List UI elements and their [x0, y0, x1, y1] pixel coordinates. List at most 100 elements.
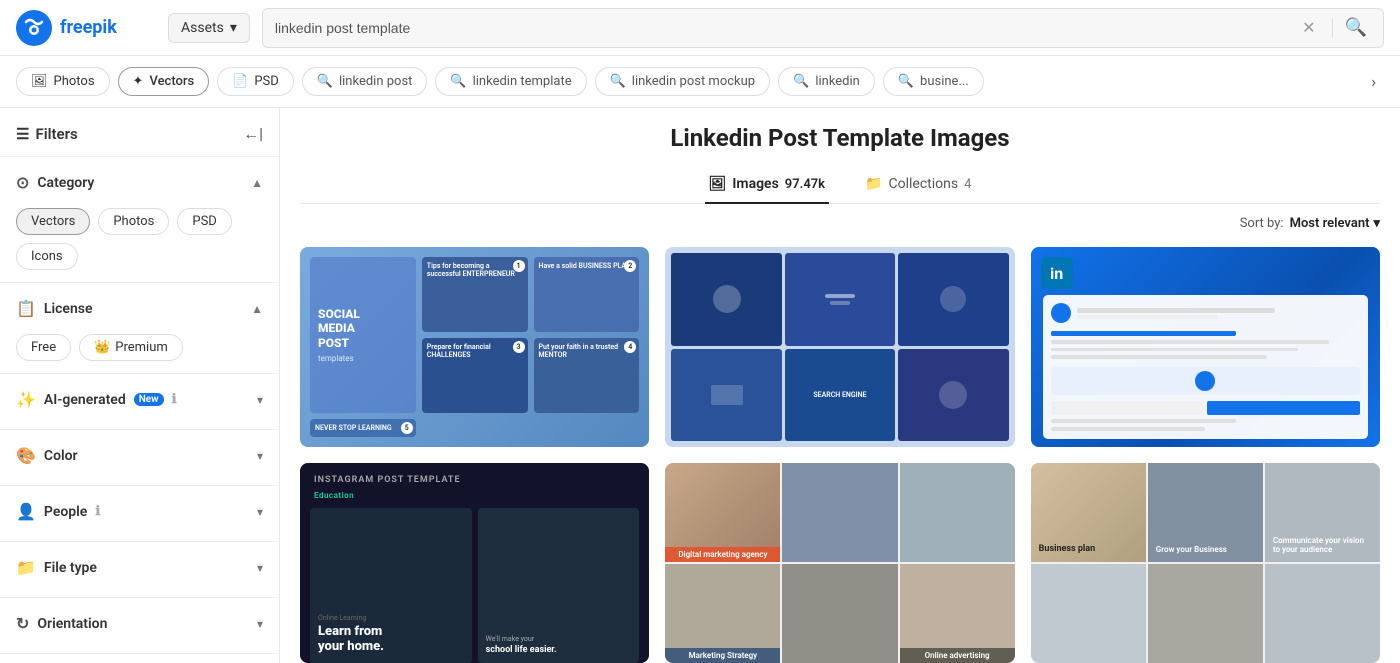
people-section: 👤 People ℹ ▾ — [0, 485, 279, 541]
search-pill-icon-4: 🔍 — [793, 74, 809, 89]
linkedin-template-label: linkedin template — [473, 74, 572, 89]
license-free-button[interactable]: Free — [16, 334, 71, 361]
psd-icon: 📄 — [232, 74, 248, 89]
file-type-title: 📁 File type — [16, 558, 97, 577]
assets-dropdown[interactable]: Assets ▾ — [168, 13, 250, 43]
search-pill-icon-5: 🔍 — [898, 74, 914, 89]
logo-text: freepik — [60, 17, 117, 38]
file-type-header[interactable]: 📁 File type ▾ — [16, 554, 263, 585]
main-content: Linkedin Post Template Images 🖼 Images 9… — [280, 108, 1400, 663]
images-tab-icon: 🖼 — [709, 176, 727, 192]
license-section: 📋 License ▲ Free 👑 Premium — [0, 282, 279, 373]
search-input[interactable] — [275, 20, 1302, 36]
card-people-photos[interactable]: Digital marketing agency Marketing Strat… — [665, 463, 1014, 663]
tag-photos[interactable]: Photos — [98, 208, 169, 235]
filter-linkedin-post[interactable]: 🔍 linkedin post — [302, 67, 428, 96]
search-pill-icon-3: 🔍 — [610, 74, 626, 89]
search-clear-icon[interactable]: ✕ — [1302, 18, 1315, 37]
ai-icon: ✨ — [16, 390, 36, 409]
sort-row: Sort by: Most relevant ▾ — [300, 216, 1380, 231]
filter-linkedin-mockup[interactable]: 🔍 linkedin post mockup — [595, 67, 771, 96]
ai-chevron-icon: ▾ — [257, 393, 263, 407]
search-pill-icon-2: 🔍 — [450, 74, 466, 89]
sort-chevron-icon: ▾ — [1373, 216, 1380, 231]
ai-info-icon[interactable]: ℹ — [172, 392, 177, 407]
color-icon: 🎨 — [16, 446, 36, 465]
psd-label: PSD — [254, 74, 278, 89]
sidebar-collapse-button[interactable]: ←| — [243, 124, 263, 144]
color-title: 🎨 Color — [16, 446, 78, 465]
people-info-icon[interactable]: ℹ — [95, 504, 100, 519]
search-button[interactable]: 🔍 — [1341, 13, 1371, 42]
images-tab-count: 97.47k — [785, 177, 825, 192]
orientation-section: ↻ Orientation ▾ — [0, 597, 279, 653]
sort-label: Sort by: — [1240, 216, 1284, 231]
ai-generated-section: ✨ AI-generated New ℹ ▾ — [0, 373, 279, 429]
license-section-header[interactable]: 📋 License ▲ — [16, 295, 263, 326]
license-chevron-icon: ▲ — [251, 302, 263, 316]
license-premium-button[interactable]: 👑 Premium — [79, 334, 183, 361]
people-chevron-icon: ▾ — [257, 505, 263, 519]
collections-tab-icon: 📁 — [865, 176, 882, 192]
assets-label: Assets — [181, 20, 224, 36]
color-section: 🎨 Color ▾ — [0, 429, 279, 485]
assets-chevron-icon: ▾ — [230, 20, 237, 36]
license-title: 📋 License — [16, 299, 93, 318]
sidebar-header: ☰ Filters ←| — [0, 124, 279, 156]
filter-psd[interactable]: 📄 PSD — [217, 67, 294, 96]
tag-icons[interactable]: Icons — [16, 243, 78, 270]
color-section-header[interactable]: 🎨 Color ▾ — [16, 442, 263, 473]
filter-photos[interactable]: 🖼 Photos — [16, 67, 110, 96]
header: freepik Assets ▾ ✕ 🔍 — [0, 0, 1400, 56]
ai-generated-header[interactable]: ✨ AI-generated New ℹ ▾ — [16, 386, 263, 417]
filter-bar: 🖼 Photos ✦ Vectors 📄 PSD 🔍 linkedin post… — [0, 56, 1400, 108]
sidebar-title: ☰ Filters — [16, 125, 78, 143]
sort-select[interactable]: Most relevant ▾ — [1290, 216, 1380, 231]
card-social-media-post[interactable]: SOCIALMEDIAPOST templates 1 Tips for bec… — [300, 247, 649, 447]
main-layout: ☰ Filters ←| ⊙ Category ▲ Vectors Photos… — [0, 108, 1400, 663]
filter-linkedin-template[interactable]: 🔍 linkedin template — [435, 67, 586, 96]
card-linkedin-mockup[interactable]: in — [1031, 247, 1380, 447]
linkedin-post-mockup-label: linkedin post mockup — [632, 74, 755, 89]
category-icon: ⊙ — [16, 173, 29, 192]
filter-linkedin[interactable]: 🔍 linkedin — [778, 67, 875, 96]
logo[interactable]: freepik — [16, 10, 156, 46]
crown-icon: 👑 — [94, 340, 110, 355]
busine-label: busine... — [920, 74, 969, 89]
orientation-header[interactable]: ↻ Orientation ▾ — [16, 610, 263, 641]
file-type-section: 📁 File type ▾ — [0, 541, 279, 597]
tag-psd[interactable]: PSD — [177, 208, 231, 235]
people-section-header[interactable]: 👤 People ℹ ▾ — [16, 498, 263, 529]
people-title: 👤 People ℹ — [16, 502, 100, 521]
search-bar: ✕ 🔍 — [262, 8, 1384, 48]
collections-tab-count: 4 — [964, 177, 971, 192]
sort-value: Most relevant — [1290, 216, 1370, 231]
search-pill-icon-1: 🔍 — [317, 74, 333, 89]
orientation-chevron-icon: ▾ — [257, 617, 263, 631]
card-business-plan[interactable]: Business plan Grow your Business Communi… — [1031, 463, 1380, 663]
filter-busine[interactable]: 🔍 busine... — [883, 67, 984, 96]
tab-collections[interactable]: 📁 Collections 4 — [861, 168, 975, 204]
category-tags: Vectors Photos PSD Icons — [16, 208, 263, 270]
category-chevron-icon: ▲ — [251, 176, 263, 190]
card-social-grid[interactable]: SEARCH ENGINE — [665, 247, 1014, 447]
new-badge: New — [134, 393, 164, 406]
file-type-icon: 📁 — [16, 558, 36, 577]
vectors-label: Vectors — [149, 74, 194, 89]
ai-generated-title: ✨ AI-generated New ℹ — [16, 390, 177, 409]
images-tab-label: Images — [732, 176, 778, 192]
image-grid: SOCIALMEDIAPOST templates 1 Tips for bec… — [300, 247, 1380, 663]
category-section-header[interactable]: ⊙ Category ▲ — [16, 169, 263, 200]
card-instagram-learn[interactable]: INSTAGRAM POST TEMPLATE Education Online… — [300, 463, 649, 663]
filter-vectors[interactable]: ✦ Vectors — [118, 67, 210, 96]
file-type-chevron-icon: ▾ — [257, 561, 263, 575]
license-icon: 📋 — [16, 299, 36, 318]
tag-vectors[interactable]: Vectors — [16, 208, 90, 235]
page-title: Linkedin Post Template Images — [300, 124, 1380, 152]
photo-icon: 🖼 — [31, 74, 48, 89]
vectors-icon: ✦ — [133, 74, 144, 89]
linkedin-label: linkedin — [815, 74, 860, 89]
filter-hamburger-icon: ☰ — [16, 125, 29, 143]
tab-images[interactable]: 🖼 Images 97.47k — [705, 168, 829, 204]
filter-bar-next-icon[interactable]: › — [1363, 68, 1384, 95]
